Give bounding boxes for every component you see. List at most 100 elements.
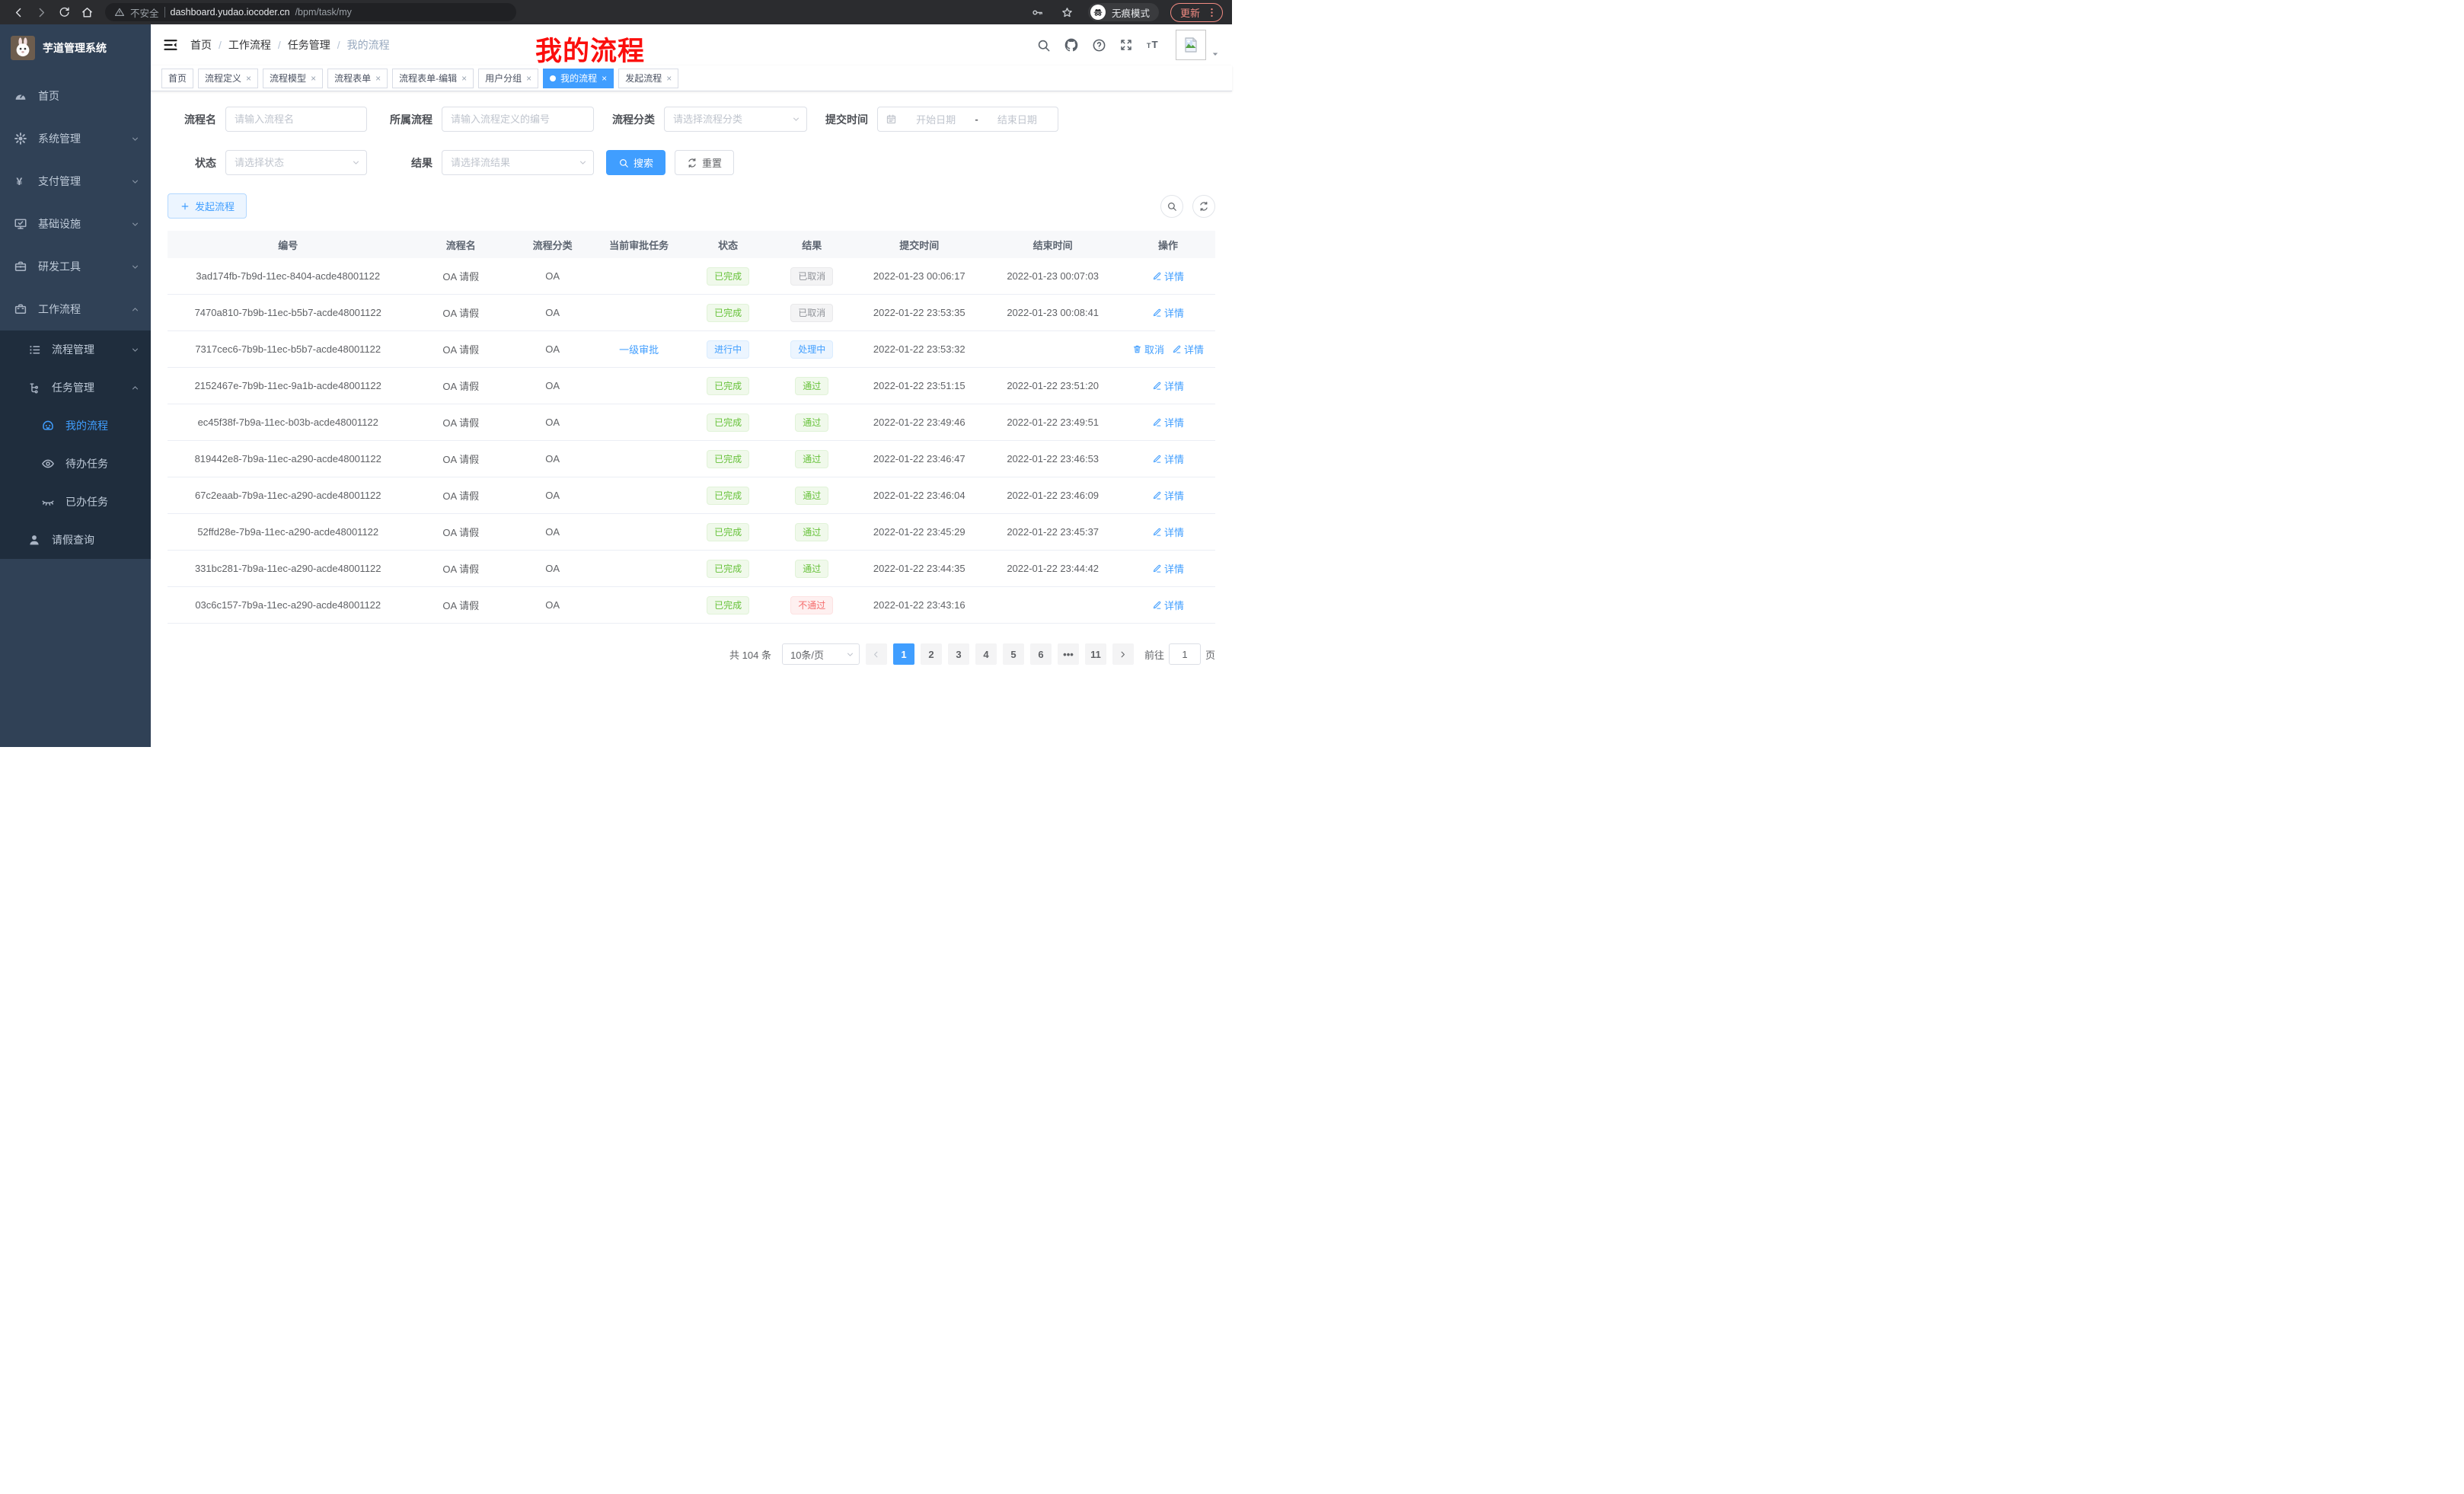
table-row[interactable]: 3ad174fb-7b9d-11ec-8404-acde48001122 OA … (168, 258, 1215, 295)
search-icon[interactable] (1036, 38, 1051, 53)
github-icon[interactable] (1064, 37, 1079, 53)
sidebar-item-system[interactable]: 系统管理 (0, 117, 151, 160)
status-select[interactable] (225, 150, 367, 175)
prev-page-button[interactable] (866, 643, 887, 665)
table-row[interactable]: 67c2eaab-7b9a-11ec-a290-acde48001122 OA … (168, 477, 1215, 514)
page-button-4[interactable]: 4 (975, 643, 997, 665)
page-button-1[interactable]: 1 (893, 643, 914, 665)
sidebar-item-dev-tools[interactable]: 研发工具 (0, 245, 151, 288)
sidebar-item-done-tasks[interactable]: 已办任务 (0, 483, 151, 521)
submit-time-range-picker[interactable]: 开始日期 - 结束日期 (877, 107, 1058, 132)
process-definition-input[interactable] (442, 107, 594, 132)
close-icon[interactable]: × (246, 74, 251, 83)
row-action-detail-link[interactable]: 详情 (1152, 525, 1184, 539)
row-action-detail-link[interactable]: 详情 (1152, 452, 1184, 466)
row-action-detail-link[interactable]: 详情 (1172, 342, 1204, 356)
back-button[interactable] (9, 3, 27, 21)
table-row[interactable]: 7317cec6-7b9b-11ec-b5b7-acde48001122 OA … (168, 331, 1215, 368)
star-icon[interactable] (1058, 3, 1077, 21)
page-button-2[interactable]: 2 (921, 643, 942, 665)
result-select[interactable] (442, 150, 594, 175)
url-host: dashboard.yudao.iocoder.cn (171, 7, 290, 18)
row-action-detail-link[interactable]: 详情 (1152, 488, 1184, 503)
tab-user-group[interactable]: 用户分组 × (478, 69, 538, 88)
row-action-detail-link[interactable]: 详情 (1152, 598, 1184, 612)
row-action-detail-link[interactable]: 详情 (1152, 561, 1184, 576)
breadcrumb-item[interactable]: 任务管理 (288, 37, 330, 53)
table-search-toggle-button[interactable] (1160, 195, 1183, 218)
row-action-detail-link[interactable]: 详情 (1152, 415, 1184, 429)
page-button-6[interactable]: 6 (1030, 643, 1052, 665)
page-size-select[interactable]: 10条/页 (782, 643, 860, 665)
row-action-cancel-link[interactable]: 取消 (1132, 342, 1164, 356)
search-button[interactable]: 搜索 (606, 150, 665, 175)
start-date-placeholder[interactable]: 开始日期 (903, 112, 969, 126)
caret-down-icon[interactable] (1211, 49, 1220, 59)
process-name-input[interactable] (225, 107, 367, 132)
create-process-button[interactable]: 发起流程 (168, 193, 247, 219)
table-refresh-button[interactable] (1192, 195, 1215, 218)
current-task-link[interactable]: 一级审批 (619, 342, 659, 356)
page-button-11[interactable]: 11 (1085, 643, 1106, 665)
sidebar-item-workflow[interactable]: 工作流程 (0, 288, 151, 330)
page-button-5[interactable]: 5 (1003, 643, 1024, 665)
table-row[interactable]: 7470a810-7b9b-11ec-b5b7-acde48001122 OA … (168, 295, 1215, 331)
tab-process-form-edit[interactable]: 流程表单-编辑 × (392, 69, 474, 88)
close-icon[interactable]: × (526, 74, 531, 83)
update-label[interactable]: 更新 (1180, 5, 1200, 20)
cell-actions: 详情 (1121, 378, 1215, 393)
app-logo-row[interactable]: 芋道管理系统 (0, 26, 151, 70)
sidebar-item-home[interactable]: 首页 (0, 75, 151, 117)
end-date-placeholder[interactable]: 结束日期 (985, 112, 1050, 126)
reset-button[interactable]: 重置 (675, 150, 734, 175)
sidebar-item-leave-query[interactable]: 请假查询 (0, 521, 151, 559)
reload-button[interactable] (55, 3, 73, 21)
breadcrumb-item[interactable]: 首页 (190, 37, 212, 53)
security-label[interactable]: 不安全 (130, 5, 159, 20)
table-row[interactable]: 03c6c157-7b9a-11ec-a290-acde48001122 OA … (168, 587, 1215, 624)
breadcrumb-item[interactable]: 工作流程 (228, 37, 271, 53)
tab-my-process[interactable]: 我的流程 × (543, 69, 614, 88)
forward-button[interactable] (32, 3, 50, 21)
sidebar-item-todo-tasks[interactable]: 待办任务 (0, 445, 151, 483)
table-row[interactable]: 52ffd28e-7b9a-11ec-a290-acde48001122 OA … (168, 514, 1215, 551)
row-action-detail-link[interactable]: 详情 (1152, 305, 1184, 320)
sidebar-item-infra[interactable]: 基础设施 (0, 203, 151, 245)
table-row[interactable]: 819442e8-7b9a-11ec-a290-acde48001122 OA … (168, 441, 1215, 477)
close-icon[interactable]: × (311, 74, 316, 83)
question-icon[interactable] (1092, 38, 1106, 53)
table-row[interactable]: 2152467e-7b9b-11ec-9a1b-acde48001122 OA … (168, 368, 1215, 404)
page-button-3[interactable]: 3 (948, 643, 969, 665)
table-row[interactable]: 331bc281-7b9a-11ec-a290-acde48001122 OA … (168, 551, 1215, 587)
home-button[interactable] (78, 3, 96, 21)
close-icon[interactable]: × (375, 74, 381, 83)
kebab-menu-icon[interactable] (1206, 7, 1218, 18)
sidebar-item-payment[interactable]: ¥ 支付管理 (0, 160, 151, 203)
hamburger-icon[interactable] (163, 37, 178, 53)
cell-id: ec45f38f-7b9a-11ec-b03b-acde48001122 (168, 417, 408, 428)
avatar[interactable] (1176, 30, 1206, 60)
address-bar[interactable]: 不安全 dashboard.yudao.iocoder.cn/bpm/task/… (105, 3, 516, 21)
browser-update-button[interactable]: 更新 (1170, 3, 1223, 22)
sidebar-item-my-process[interactable]: 我的流程 (0, 407, 151, 445)
table-row[interactable]: ec45f38f-7b9a-11ec-b03b-acde48001122 OA … (168, 404, 1215, 441)
row-action-detail-link[interactable]: 详情 (1152, 378, 1184, 393)
row-action-detail-link[interactable]: 详情 (1152, 269, 1184, 283)
fullscreen-icon[interactable] (1119, 38, 1133, 52)
process-category-select[interactable] (664, 107, 807, 132)
next-page-button[interactable] (1112, 643, 1134, 665)
close-icon[interactable]: × (602, 74, 607, 83)
tab-process-model[interactable]: 流程模型 × (263, 69, 323, 88)
tab-process-form[interactable]: 流程表单 × (327, 69, 388, 88)
key-icon[interactable] (1029, 3, 1047, 21)
tab-process-definition[interactable]: 流程定义 × (198, 69, 258, 88)
sidebar-item-process-mgmt[interactable]: 流程管理 (0, 330, 151, 369)
goto-page-input[interactable] (1169, 643, 1201, 665)
close-icon[interactable]: × (666, 74, 672, 83)
close-icon[interactable]: × (461, 74, 467, 83)
tab-start-process[interactable]: 发起流程 × (618, 69, 678, 88)
fontsize-icon[interactable]: TT (1146, 37, 1161, 53)
sidebar-item-task-mgmt[interactable]: 任务管理 (0, 369, 151, 407)
more-pages-button[interactable]: ••• (1058, 643, 1079, 665)
tab-home[interactable]: 首页 (161, 69, 193, 88)
